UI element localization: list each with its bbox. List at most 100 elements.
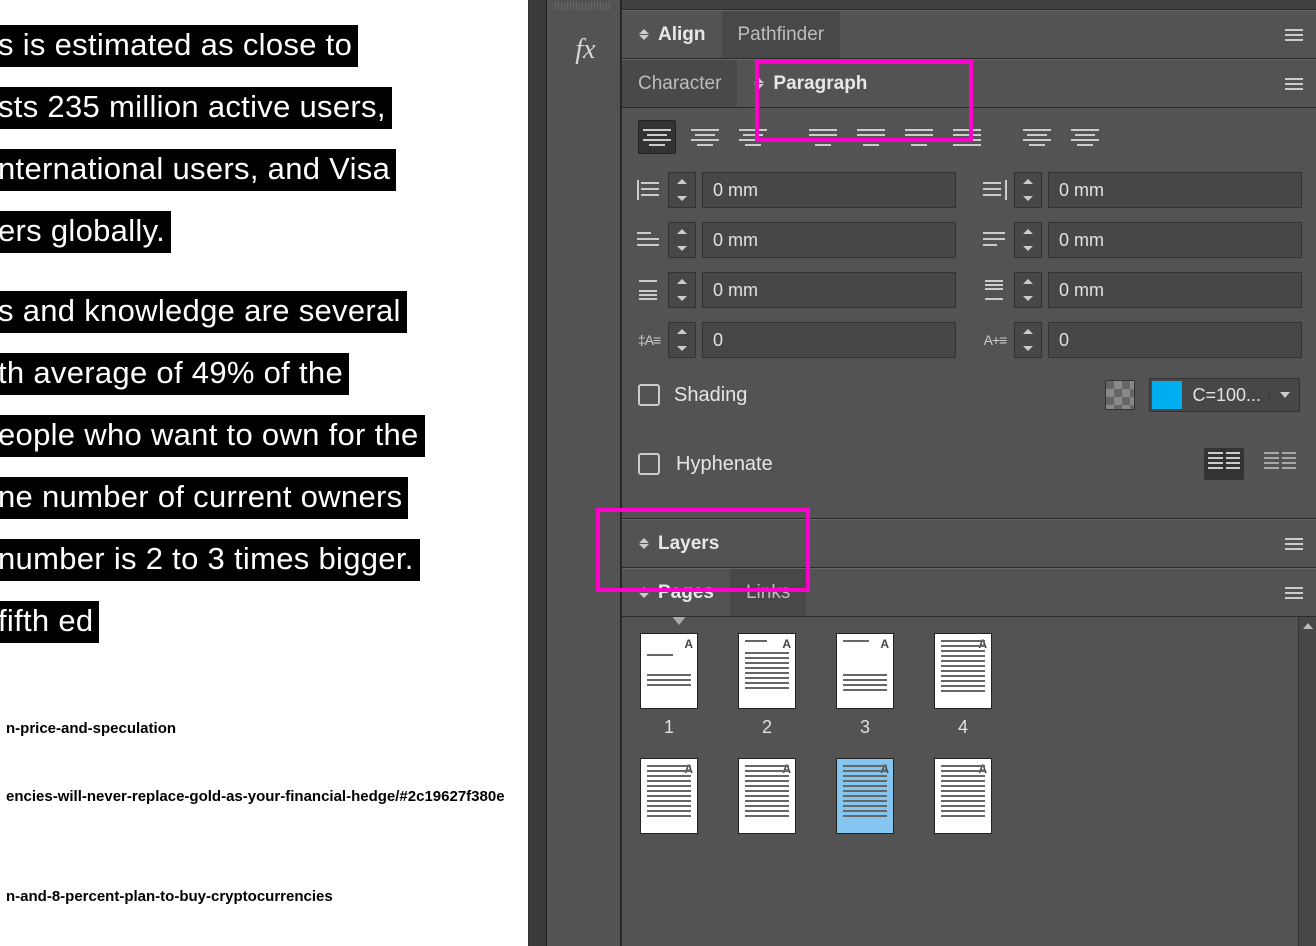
page-thumb-1[interactable]: A 1 — [640, 633, 698, 738]
swatch-none-icon[interactable] — [1105, 380, 1135, 410]
stepper[interactable] — [1014, 222, 1042, 258]
shading-row: Shading C=100... — [634, 358, 1304, 416]
justify-right-button[interactable] — [900, 120, 938, 154]
stepper[interactable] — [1014, 322, 1042, 358]
first-line-indent-icon — [636, 228, 662, 252]
expand-collapse-icon — [638, 28, 650, 42]
tab-label: Paragraph — [773, 73, 867, 95]
text-line[interactable]: ers globally. — [0, 211, 171, 253]
page-thumb-8[interactable]: A — [934, 758, 992, 834]
last-line-indent-icon — [982, 228, 1008, 252]
hyphenate-row: Hyphenate — [634, 416, 1304, 500]
paragraph-panel-header: Character Paragraph — [622, 59, 1316, 108]
reference-text: n-and-8-percent-plan-to-buy-cryptocurren… — [6, 888, 333, 905]
text-line[interactable]: ne number of current owners — [0, 477, 408, 519]
text-line[interactable]: th average of 49% of the — [0, 353, 349, 395]
pages-insert-marker-icon — [671, 617, 687, 625]
align-center-button[interactable] — [686, 120, 724, 154]
first-line-indent-field — [636, 222, 956, 258]
shading-color-dropdown[interactable]: C=100... — [1149, 378, 1300, 412]
tab-label: Layers — [658, 533, 719, 555]
expand-collapse-icon — [753, 77, 765, 91]
tab-character[interactable]: Character — [622, 60, 737, 107]
tab-links[interactable]: Links — [730, 569, 806, 616]
panels-column: Align Pathfinder Character Paragraph — [621, 0, 1316, 946]
span-columns-button[interactable] — [1260, 448, 1300, 480]
pages-row: A A A A — [634, 752, 1310, 836]
text-line[interactable]: number is 2 to 3 times bigger. — [0, 539, 420, 581]
justify-all-button[interactable] — [948, 120, 986, 154]
tab-layers[interactable]: Layers — [622, 520, 735, 567]
page-thumb-3[interactable]: A 3 — [836, 633, 894, 738]
first-line-indent-input[interactable] — [702, 222, 956, 258]
tab-pages[interactable]: Pages — [622, 569, 730, 616]
text-line[interactable]: eople who want to own for the — [0, 415, 425, 457]
last-line-indent-input[interactable] — [1048, 222, 1302, 258]
hamburger-icon — [1285, 29, 1303, 41]
tab-pathfinder[interactable]: Pathfinder — [722, 11, 841, 58]
space-before-input[interactable] — [702, 272, 956, 308]
tab-label: Align — [658, 24, 706, 46]
panel-menu-button[interactable] — [1272, 569, 1316, 616]
document-canvas[interactable]: s is estimated as close to sts 235 milli… — [0, 0, 528, 946]
text-line[interactable]: fifth ed — [0, 601, 99, 643]
pages-panel-body: A 1 A 2 A 3 A — [622, 617, 1316, 946]
stepper[interactable] — [1014, 272, 1042, 308]
left-indent-input[interactable] — [702, 172, 956, 208]
text-line[interactable]: sts 235 million active users, — [0, 87, 392, 129]
dropcap-chars-input[interactable] — [1048, 322, 1302, 358]
swatch-color-icon — [1152, 381, 1182, 409]
align-toward-spine-button[interactable] — [1018, 120, 1056, 154]
pages-scrollbar[interactable] — [1298, 617, 1316, 946]
dropcap-lines-field: ‡A≡ — [636, 322, 956, 358]
shading-checkbox[interactable] — [638, 384, 660, 406]
stepper[interactable] — [668, 272, 696, 308]
hyphenate-label: Hyphenate — [676, 453, 1188, 476]
effects-fx-icon[interactable]: fx — [551, 34, 620, 66]
text-line[interactable]: s and knowledge are several — [0, 291, 407, 333]
page-number: 2 — [762, 717, 772, 738]
single-column-button[interactable] — [1204, 448, 1244, 480]
reference-text: n-price-and-speculation — [6, 720, 176, 737]
pages-panel-header: Pages Links — [622, 568, 1316, 617]
page-thumb-5[interactable]: A — [640, 758, 698, 834]
expand-collapse-icon — [638, 586, 650, 600]
page-number: 3 — [860, 717, 870, 738]
text-line[interactable]: nternational users, and Visa — [0, 149, 396, 191]
dropcap-lines-input[interactable] — [702, 322, 956, 358]
panel-menu-button[interactable] — [1272, 11, 1316, 58]
justify-center-button[interactable] — [852, 120, 890, 154]
dropcap-chars-icon: A+≡ — [982, 328, 1008, 352]
space-after-input[interactable] — [1048, 272, 1302, 308]
stepper[interactable] — [668, 172, 696, 208]
space-before-field — [636, 272, 956, 308]
tab-paragraph[interactable]: Paragraph — [737, 60, 883, 107]
right-indent-input[interactable] — [1048, 172, 1302, 208]
stepper[interactable] — [668, 322, 696, 358]
page-thumb-7-selected[interactable]: A — [836, 758, 894, 834]
align-panel-header: Align Pathfinder — [622, 10, 1316, 59]
text-line[interactable]: s is estimated as close to — [0, 25, 358, 67]
layers-panel-header: Layers — [622, 519, 1316, 568]
align-away-spine-button[interactable] — [1066, 120, 1104, 154]
dropcap-chars-field: A+≡ — [982, 322, 1302, 358]
align-left-button[interactable] — [638, 120, 676, 154]
tab-label: Pathfinder — [738, 24, 825, 46]
page-thumb-2[interactable]: A 2 — [738, 633, 796, 738]
align-right-button[interactable] — [734, 120, 772, 154]
drag-handle-icon[interactable] — [555, 2, 610, 10]
tab-align[interactable]: Align — [622, 11, 722, 58]
panel-menu-button[interactable] — [1272, 520, 1316, 567]
scroll-up-icon[interactable] — [1299, 617, 1316, 635]
expand-collapse-icon — [638, 537, 650, 551]
hyphenate-checkbox[interactable] — [638, 453, 660, 475]
paragraph-panel-body: ‡A≡ A+≡ Shading C=100... Hyphe — [622, 108, 1316, 519]
page-thumb-6[interactable]: A — [738, 758, 796, 834]
icon-panel-gutter: fx — [528, 0, 621, 946]
justify-left-button[interactable] — [804, 120, 842, 154]
stepper[interactable] — [668, 222, 696, 258]
stepper[interactable] — [1014, 172, 1042, 208]
alignment-row — [634, 120, 1304, 154]
panel-menu-button[interactable] — [1272, 60, 1316, 107]
page-thumb-4[interactable]: A 4 — [934, 633, 992, 738]
